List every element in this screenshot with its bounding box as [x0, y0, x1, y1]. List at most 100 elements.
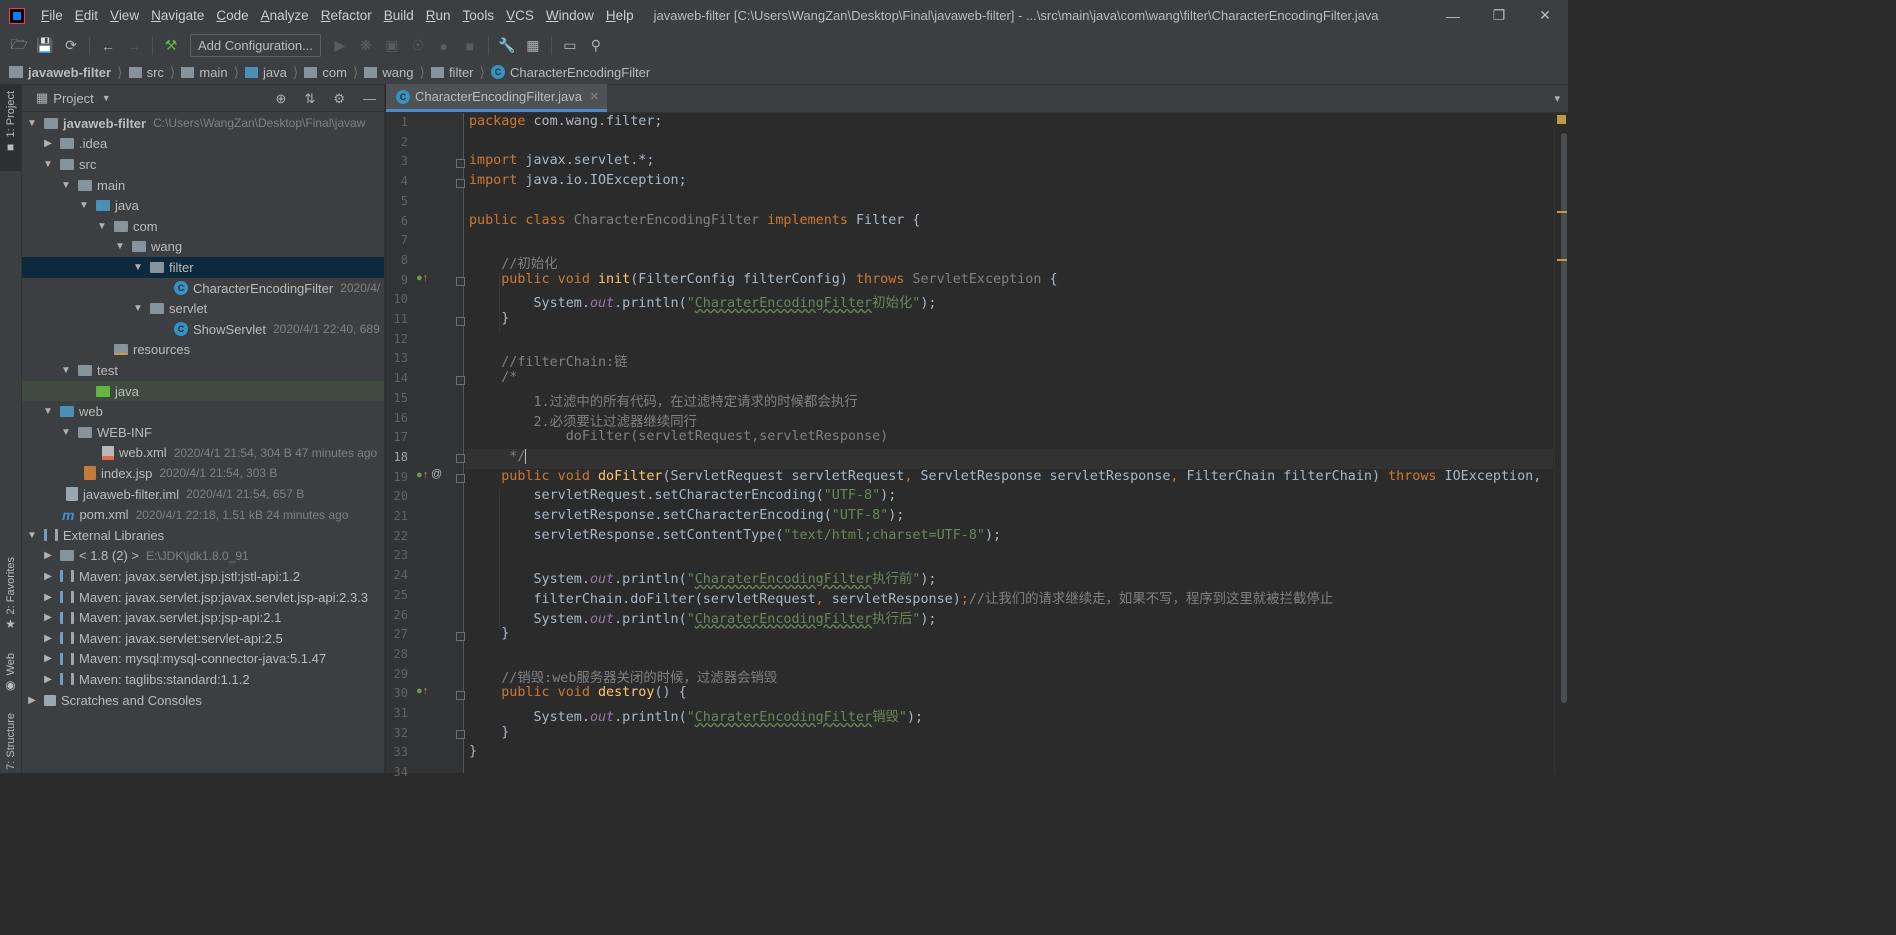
- tree-item-web-inf[interactable]: ▼ WEB-INF: [22, 422, 384, 443]
- project-structure-icon[interactable]: ▦: [522, 35, 544, 57]
- expanded-arrow-icon[interactable]: ▼: [42, 406, 54, 417]
- fold-icon[interactable]: [456, 691, 465, 700]
- tree-item-test-java[interactable]: java: [22, 380, 384, 402]
- tree-item-external-libraries[interactable]: ▼ External Libraries: [22, 525, 384, 546]
- tree-item-characterencodingfilter[interactable]: C CharacterEncodingFilter 2020/4/: [22, 278, 384, 299]
- menu-vcs[interactable]: VCS: [500, 0, 540, 31]
- tab-list-icon[interactable]: ▾: [1554, 92, 1560, 105]
- tree-item-java[interactable]: ▼ java: [22, 195, 384, 216]
- fold-icon[interactable]: [456, 317, 465, 326]
- tree-item-jdk[interactable]: ▶ < 1.8 (2) > E:\JDK\jdk1.8.0_91: [22, 546, 384, 567]
- collapsed-arrow-icon[interactable]: ▶: [42, 550, 54, 561]
- tree-item-servlet[interactable]: ▼ servlet: [22, 298, 384, 319]
- search-icon[interactable]: ⚲: [585, 35, 607, 57]
- tree-item-wang[interactable]: ▼ wang: [22, 237, 384, 258]
- settings-wrench-icon[interactable]: 🔧: [496, 35, 518, 57]
- restore-icon[interactable]: ❐: [1476, 0, 1522, 31]
- open-folder-icon[interactable]: 🗁: [8, 35, 30, 57]
- tree-item-javaweb-filter[interactable]: ▼ javaweb-filter C:\Users\WangZan\Deskto…: [22, 113, 384, 134]
- tool-tab-web[interactable]: Web ◉: [0, 653, 21, 701]
- menu-navigate[interactable]: Navigate: [145, 0, 210, 31]
- menu-help[interactable]: Help: [600, 0, 640, 31]
- breadcrumb-filter[interactable]: filter: [430, 65, 474, 80]
- menu-window[interactable]: Window: [540, 0, 600, 31]
- menu-build[interactable]: Build: [378, 0, 420, 31]
- tree-item-resources[interactable]: resources: [22, 340, 384, 361]
- tree-item-maven-lib[interactable]: ▶ Maven: javax.servlet:servlet-api:2.5: [22, 628, 384, 649]
- fold-icon[interactable]: [456, 474, 465, 483]
- back-arrow-icon[interactable]: ←: [97, 35, 119, 57]
- minimize-icon[interactable]: —: [1430, 0, 1476, 31]
- tree-item-filter[interactable]: ▼ filter: [22, 257, 384, 278]
- collapse-all-icon[interactable]: ⇅: [304, 91, 315, 107]
- project-view-selector[interactable]: Project: [53, 91, 93, 106]
- tree-item-maven-lib[interactable]: ▶ Maven: javax.servlet.jsp.jstl:jstl-api…: [22, 566, 384, 587]
- tree-item-maven-lib[interactable]: ▶ Maven: javax.servlet.jsp:javax.servlet…: [22, 587, 384, 608]
- implement-marker-icon[interactable]: ●↑: [416, 685, 428, 697]
- tree-item-showservlet[interactable]: C ShowServlet 2020/4/1 22:40, 689: [22, 319, 384, 340]
- tree-item-web-xml[interactable]: web.xml 2020/4/1 21:54, 304 B 47 minutes…: [22, 443, 384, 464]
- tree-item-maven-lib[interactable]: ▶ Maven: taglibs:standard:1.1.2: [22, 669, 384, 690]
- tree-item-idea[interactable]: ▶ .idea: [22, 134, 384, 155]
- collapsed-arrow-icon[interactable]: ▶: [42, 571, 54, 582]
- run-icon[interactable]: ▶: [329, 35, 351, 57]
- expanded-arrow-icon[interactable]: ▼: [60, 427, 72, 438]
- menu-analyze[interactable]: Analyze: [255, 0, 315, 31]
- tree-item-scratches[interactable]: ▶ Scratches and Consoles: [22, 690, 384, 711]
- save-icon[interactable]: 💾: [34, 35, 56, 57]
- close-icon[interactable]: ✕: [1522, 0, 1568, 31]
- collapsed-arrow-icon[interactable]: ▶: [42, 612, 54, 623]
- implement-marker-icon[interactable]: ●↑: [416, 272, 428, 284]
- breadcrumb-current-class[interactable]: C CharacterEncodingFilter: [490, 65, 650, 80]
- collapsed-arrow-icon[interactable]: ▶: [42, 674, 54, 685]
- hide-panel-icon[interactable]: —: [363, 91, 376, 106]
- tool-tab-structure[interactable]: 7: Structure: [0, 713, 21, 773]
- tree-item-pom-xml[interactable]: m pom.xml 2020/4/1 22:18, 1.51 kB 24 min…: [22, 504, 384, 525]
- tree-item-maven-lib[interactable]: ▶ Maven: mysql:mysql-connector-java:5.1.…: [22, 649, 384, 670]
- collapsed-arrow-icon[interactable]: ▶: [42, 653, 54, 664]
- expanded-arrow-icon[interactable]: ▼: [132, 303, 144, 314]
- sync-icon[interactable]: ⟳: [60, 35, 82, 57]
- expanded-arrow-icon[interactable]: ▼: [60, 365, 72, 376]
- close-icon[interactable]: ✕: [590, 90, 599, 103]
- warning-marker[interactable]: [1557, 259, 1567, 261]
- tree-item-web[interactable]: ▼ web: [22, 401, 384, 422]
- breadcrumb-wang[interactable]: wang: [364, 65, 413, 80]
- expanded-arrow-icon[interactable]: ▼: [114, 241, 126, 252]
- tree-item-com[interactable]: ▼ com: [22, 216, 384, 237]
- breadcrumb-src[interactable]: src: [128, 65, 164, 80]
- expanded-arrow-icon[interactable]: ▼: [60, 180, 72, 191]
- menu-code[interactable]: Code: [210, 0, 254, 31]
- editor-scrollbar[interactable]: [1554, 113, 1568, 773]
- fold-icon[interactable]: [456, 159, 465, 168]
- expanded-arrow-icon[interactable]: ▼: [96, 221, 108, 232]
- expanded-arrow-icon[interactable]: ▼: [26, 118, 38, 129]
- expanded-arrow-icon[interactable]: ▼: [78, 200, 90, 211]
- code-area[interactable]: package com.wang.filter; import javax.se…: [465, 113, 1553, 773]
- attach-icon[interactable]: ●: [433, 35, 455, 57]
- menu-edit[interactable]: Edit: [69, 0, 104, 31]
- fold-icon[interactable]: [456, 454, 465, 463]
- editor-gutter[interactable]: 1 2 3 4 5 6 7 8 9 10 11 12 13 14 15 16 1…: [386, 113, 465, 779]
- menu-run[interactable]: Run: [420, 0, 457, 31]
- profile-icon[interactable]: ☉: [407, 35, 429, 57]
- collapsed-arrow-icon[interactable]: ▶: [42, 592, 54, 603]
- expanded-arrow-icon[interactable]: ▼: [132, 262, 144, 273]
- locate-target-icon[interactable]: ⊕: [276, 91, 287, 107]
- stop-icon[interactable]: ■: [459, 35, 481, 57]
- expanded-arrow-icon[interactable]: ▼: [26, 530, 38, 541]
- breadcrumb-com[interactable]: com: [304, 65, 347, 80]
- debug-icon[interactable]: ❋: [355, 35, 377, 57]
- coverage-icon[interactable]: ▣: [381, 35, 403, 57]
- tool-tab-project[interactable]: 1: Project ■: [0, 85, 21, 171]
- menu-refactor[interactable]: Refactor: [315, 0, 378, 31]
- fold-icon[interactable]: [456, 376, 465, 385]
- fold-icon[interactable]: [456, 179, 465, 188]
- fold-icon[interactable]: [456, 277, 465, 286]
- tree-item-main[interactable]: ▼ main: [22, 175, 384, 196]
- menu-file[interactable]: File: [35, 0, 69, 31]
- warning-marker[interactable]: [1557, 211, 1567, 213]
- menu-view[interactable]: View: [104, 0, 145, 31]
- fold-icon[interactable]: [456, 730, 465, 739]
- scrollbar-thumb[interactable]: [1561, 133, 1567, 703]
